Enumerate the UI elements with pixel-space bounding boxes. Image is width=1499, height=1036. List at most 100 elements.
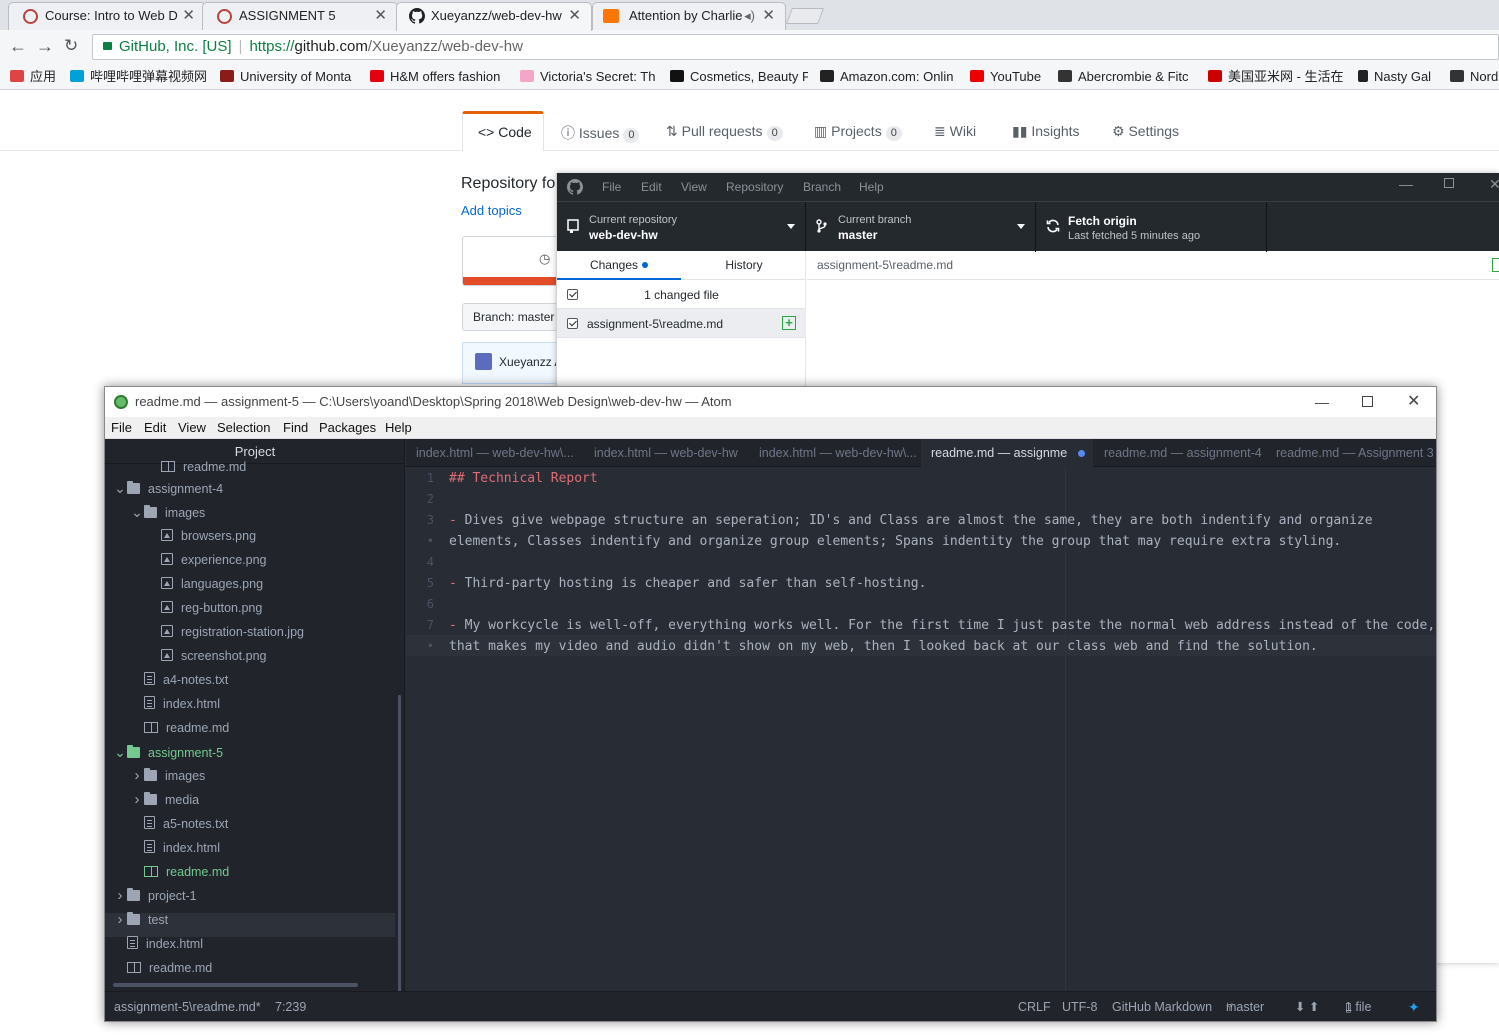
tree-file[interactable]: experience.png: [147, 548, 266, 572]
bookmark-hm[interactable]: H&M offers fashion: [370, 65, 508, 89]
tree-folder[interactable]: › media: [130, 788, 200, 812]
status-cursor-position[interactable]: 7:239: [275, 992, 306, 1022]
tree-file[interactable]: readme.md: [130, 860, 229, 884]
tree-file[interactable]: reg-button.png: [147, 596, 262, 620]
bookmark-umontana[interactable]: University of Monta: [220, 65, 358, 89]
tab-changes[interactable]: Changes: [557, 251, 681, 280]
chevron-right-icon[interactable]: ›: [130, 788, 144, 812]
menu-packages[interactable]: Packages: [319, 417, 376, 438]
browser-tab-github[interactable]: Xueyanzz/web-dev-hw ✕: [396, 2, 592, 31]
menu-help[interactable]: Help: [859, 180, 884, 194]
browser-tab-course[interactable]: Course: Intro to Web D ✕: [8, 2, 206, 30]
tree-file[interactable]: a4-notes.txt: [130, 668, 228, 692]
new-tab-button[interactable]: [786, 8, 824, 24]
chevron-down-icon[interactable]: ⌄: [130, 500, 144, 524]
menu-repository[interactable]: Repository: [726, 180, 783, 194]
bookmark-amazon[interactable]: Amazon.com: Onlin: [820, 65, 958, 89]
tree-file[interactable]: readme.md: [113, 956, 212, 980]
editor-tab[interactable]: index.html — web-dev-hw\...: [406, 439, 582, 467]
tree-file[interactable]: readme.md: [130, 716, 229, 740]
tree-file[interactable]: screenshot.png: [147, 644, 266, 668]
menu-view[interactable]: View: [681, 180, 707, 194]
commit-author[interactable]: Xueyanzz A: [499, 355, 557, 369]
menu-help[interactable]: Help: [385, 417, 412, 438]
tree-folder[interactable]: ⌄ images: [130, 500, 205, 524]
chevron-down-icon[interactable]: ⌄: [113, 476, 127, 500]
menu-selection[interactable]: Selection: [217, 417, 270, 438]
tab-issues[interactable]: ⓘ Issues 0: [561, 123, 640, 143]
tree-scrollbar[interactable]: [398, 695, 401, 991]
editor-tab-active[interactable]: readme.md — assignment-5: [921, 439, 1093, 468]
current-branch-button[interactable]: Current branch master: [806, 202, 1036, 252]
tree-file[interactable]: browsers.png: [147, 524, 256, 548]
close-icon[interactable]: ✕: [1489, 176, 1499, 193]
bookmark-nastygal[interactable]: Nasty Gal: [1358, 65, 1431, 89]
speaker-icon[interactable]: ◂): [744, 3, 755, 29]
bookmark-apps[interactable]: 应用: [10, 65, 56, 89]
chevron-down-icon[interactable]: ⌄: [113, 740, 127, 764]
forward-arrow-icon[interactable]: →: [36, 36, 54, 56]
file-checkbox[interactable]: [567, 318, 578, 329]
chevron-right-icon[interactable]: ›: [113, 884, 127, 908]
tab-insights[interactable]: ▮▮ Insights: [1012, 123, 1080, 140]
tree-file[interactable]: index.html: [130, 836, 220, 860]
back-arrow-icon[interactable]: ←: [9, 36, 27, 56]
menu-find[interactable]: Find: [283, 417, 308, 438]
bookmark-nordstrom[interactable]: Nord: [1450, 65, 1499, 89]
current-repository-button[interactable]: Current repository web-dev-hw: [557, 202, 806, 252]
browser-tab-assignment[interactable]: ASSIGNMENT 5 ✕: [202, 2, 398, 30]
menu-edit[interactable]: Edit: [641, 180, 662, 194]
close-icon[interactable]: ✕: [568, 3, 581, 29]
tab-settings[interactable]: ⚙ Settings: [1112, 123, 1179, 140]
editor-tab[interactable]: index.html — web-dev-hw\...: [749, 439, 921, 467]
changed-file-row[interactable]: assignment-5\readme.md +: [557, 309, 806, 338]
maximize-icon[interactable]: [1362, 396, 1373, 407]
editor-tab[interactable]: readme.md — Assignment 3: [1266, 439, 1436, 467]
address-bar[interactable]: GitHub, Inc. [US] | https://github.com/Xue…: [92, 34, 1499, 60]
tree-file[interactable]: index.html: [113, 932, 203, 956]
menu-branch[interactable]: Branch: [803, 180, 841, 194]
bookmark-bilibili[interactable]: 哔哩哔哩弹幕视频网: [70, 65, 207, 89]
tab-wiki[interactable]: ≣ Wiki: [934, 123, 976, 140]
tree-folder[interactable]: › project-1: [113, 884, 197, 908]
chevron-right-icon[interactable]: ›: [113, 908, 127, 932]
close-icon[interactable]: ✕: [762, 3, 775, 29]
tab-code[interactable]: <> Code: [462, 111, 544, 151]
tree-folder[interactable]: ⌄ assignment-5: [113, 740, 223, 764]
tree-file[interactable]: registration-station.jpg: [147, 620, 304, 644]
minimize-icon[interactable]: —: [1399, 176, 1413, 192]
menu-file[interactable]: File: [111, 417, 132, 438]
close-icon[interactable]: ✕: [1407, 387, 1420, 417]
maximize-icon[interactable]: [1444, 178, 1454, 188]
minimize-icon[interactable]: —: [1315, 387, 1329, 417]
branch-select[interactable]: Branch: master: [462, 303, 558, 331]
tab-projects[interactable]: ▥ Projects 0: [814, 123, 902, 141]
menu-file[interactable]: File: [602, 180, 621, 194]
close-icon[interactable]: ✕: [374, 3, 387, 29]
status-encoding[interactable]: UTF-8: [1062, 992, 1097, 1022]
editor-tab[interactable]: readme.md — assignment-4: [1094, 439, 1264, 467]
tree-file[interactable]: languages.png: [147, 572, 263, 596]
add-topics-link[interactable]: Add topics: [461, 203, 522, 218]
text-editor[interactable]: 1 ## Technical Report 2 3 - Dives give webpa…: [406, 467, 1436, 991]
close-icon[interactable]: ✕: [182, 3, 195, 29]
status-line-ending[interactable]: CRLF: [1018, 992, 1051, 1022]
bookmark-youtube[interactable]: YouTube: [970, 65, 1041, 89]
menu-edit[interactable]: Edit: [144, 417, 166, 438]
fetch-origin-button[interactable]: Fetch origin Last fetched 5 minutes ago: [1036, 202, 1267, 252]
menu-view[interactable]: View: [178, 417, 206, 438]
status-grammar[interactable]: GitHub Markdown: [1112, 992, 1212, 1022]
fetch-arrows-icon[interactable]: ⬇ ⬆: [1295, 992, 1319, 1022]
tree-folder[interactable]: ⌄ assignment-4: [113, 476, 223, 500]
tree-file[interactable]: a5-notes.txt: [130, 812, 228, 836]
chevron-right-icon[interactable]: ›: [130, 764, 144, 788]
tree-file[interactable]: index.html: [130, 692, 220, 716]
tab-pull-requests[interactable]: ⇅ Pull requests 0: [666, 123, 783, 141]
bookmark-yamibuy[interactable]: 美国亚米网 - 生活在: [1208, 65, 1346, 89]
tab-history[interactable]: History: [682, 251, 806, 280]
editor-tab[interactable]: index.html — web-dev-hw: [584, 439, 750, 467]
bookmark-cosmetics[interactable]: Cosmetics, Beauty P: [670, 65, 808, 89]
tree-horizontal-scrollbar[interactable]: [113, 983, 358, 987]
tree-folder[interactable]: › test: [113, 908, 169, 932]
twitter-bird-icon[interactable]: ✦: [1408, 992, 1420, 1022]
